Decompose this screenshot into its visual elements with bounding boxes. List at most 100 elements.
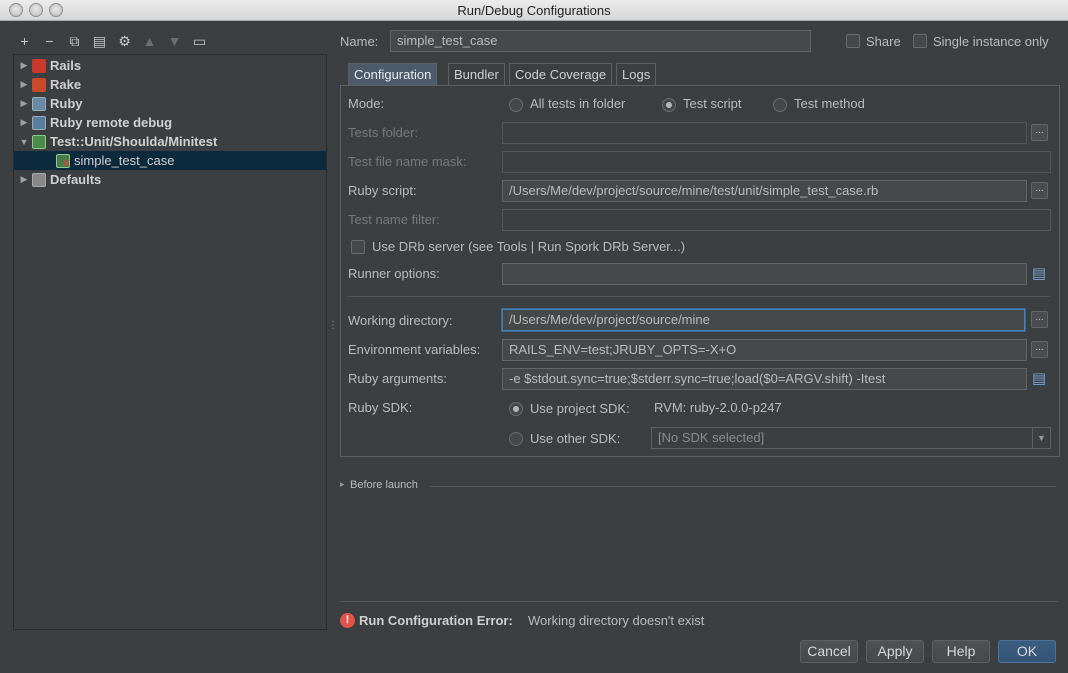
ruby-icon [32,96,46,111]
move-up-icon[interactable]: ▲ [137,30,162,52]
environment-variables-label: Environment variables: [348,342,481,357]
section-divider [347,296,1050,297]
splitter-handle[interactable]: ⋮ [328,320,338,331]
remove-icon[interactable]: − [37,30,62,52]
tree-item-ruby-remote-debug[interactable]: ▶ Ruby remote debug [14,113,326,132]
other-sdk-select[interactable]: [No SDK selected] ▼ [651,427,1051,449]
tree-item-rails[interactable]: ▶ Rails [14,56,326,75]
ruby-arguments-input[interactable]: -e $stdout.sync=true;$stderr.sync=true;l… [502,368,1027,390]
share-label: Share [866,34,901,49]
environment-variables-input[interactable]: RAILS_ENV=test;JRUBY_OPTS=-X+O [502,339,1027,361]
test-name-filter-label: Test name filter: [348,212,440,227]
mode-test-script-radio[interactable] [662,98,676,112]
folder-icon[interactable]: ▭ [187,30,212,52]
copy-icon[interactable]: ⧉ [62,30,87,52]
mode-test-method-label: Test method [794,96,865,111]
close-window-button[interactable] [9,3,23,17]
working-directory-browse-button[interactable]: ... [1031,311,1048,328]
minimize-window-button[interactable] [29,3,43,17]
chevron-down-icon[interactable]: ▼ [1032,428,1050,448]
working-directory-label: Working directory: [348,313,453,328]
project-sdk-value: RVM: ruby-2.0.0-p247 [654,400,782,415]
use-drb-label: Use DRb server (see Tools | Run Spork DR… [372,239,686,254]
error-message: Working directory doesn't exist [528,613,705,628]
before-launch-expand-icon[interactable]: ▸ [340,479,345,490]
single-instance-checkbox[interactable] [913,34,927,48]
cancel-button[interactable]: Cancel [800,640,858,663]
ok-button[interactable]: OK [998,640,1056,663]
defaults-icon [32,172,46,187]
name-label: Name: [340,34,379,49]
name-input[interactable]: simple_test_case [390,30,811,52]
window-title: Run/Debug Configurations [457,3,611,18]
tree-item-defaults[interactable]: ▶ Defaults [14,170,326,189]
mode-all-tests-label: All tests in folder [530,96,626,111]
tree-item-label: Rake [50,77,82,92]
tree-item-label: simple_test_case [74,153,175,168]
tab-code-coverage[interactable]: Code Coverage [509,63,613,85]
tab-configuration[interactable]: Configuration [348,63,438,85]
ruby-remote-debug-icon [32,115,46,130]
error-icon: ! [340,613,355,628]
use-project-sdk-label: Use project SDK: [530,401,630,416]
working-directory-input[interactable]: /Users/Me/dev/project/source/mine [502,309,1025,331]
tree-item-label: Ruby [50,96,83,111]
mode-test-method-radio[interactable] [773,98,787,112]
help-button[interactable]: Help [932,640,990,663]
test-file-mask-label: Test file name mask: [348,154,467,169]
edit-defaults-icon[interactable]: ⚙ [112,30,137,52]
tree-item-rake[interactable]: ▶ Rake [14,75,326,94]
tree-item-label: Test::Unit/Shoulda/Minitest [50,134,218,149]
ruby-script-browse-button[interactable]: ... [1031,182,1048,199]
expand-arrow-icon[interactable]: ▶ [16,60,32,71]
mode-all-tests-radio[interactable] [509,98,523,112]
apply-button[interactable]: Apply [866,640,924,663]
test-unit-icon [32,134,46,149]
move-down-icon[interactable]: ▼ [162,30,187,52]
tests-folder-label: Tests folder: [348,125,419,140]
test-name-filter-input[interactable] [502,209,1051,231]
use-other-sdk-radio[interactable] [509,432,523,446]
use-project-sdk-radio[interactable] [509,402,523,416]
error-title: Run Configuration Error: [359,613,513,628]
ruby-script-input[interactable]: /Users/Me/dev/project/source/mine/test/u… [502,180,1027,202]
use-drb-checkbox[interactable] [351,240,365,254]
runner-options-expand-icon[interactable]: ▤ [1030,265,1048,283]
single-instance-label: Single instance only [933,34,1049,49]
tests-folder-browse-button[interactable]: ... [1031,124,1048,141]
collapse-arrow-icon[interactable]: ▼ [16,137,32,147]
test-case-error-icon [56,153,71,170]
tab-bundler[interactable]: Bundler [448,63,505,85]
configuration-tree[interactable]: ▶ Rails ▶ Rake ▶ Ruby ▶ Ruby remote debu… [13,54,327,630]
tab-logs[interactable]: Logs [616,63,657,85]
before-launch-label[interactable]: Before launch [350,479,418,491]
footer-divider [340,601,1058,602]
tree-item-test-unit[interactable]: ▼ Test::Unit/Shoulda/Minitest [14,132,326,151]
tree-item-simple-test-case[interactable]: simple_test_case [14,151,326,170]
expand-arrow-icon[interactable]: ▶ [16,117,32,128]
ruby-sdk-label: Ruby SDK: [348,400,413,415]
environment-variables-browse-button[interactable]: ... [1031,341,1048,358]
use-other-sdk-label: Use other SDK: [530,431,621,446]
expand-arrow-icon[interactable]: ▶ [16,98,32,109]
ruby-arguments-label: Ruby arguments: [348,371,447,386]
tree-item-ruby[interactable]: ▶ Ruby [14,94,326,113]
expand-arrow-icon[interactable]: ▶ [16,174,32,185]
share-checkbox[interactable] [846,34,860,48]
runner-options-input[interactable] [502,263,1027,285]
other-sdk-value: [No SDK selected] [658,430,765,445]
title-bar: Run/Debug Configurations [0,0,1068,21]
rake-icon [32,77,46,92]
ruby-arguments-expand-icon[interactable]: ▤ [1030,370,1048,388]
save-icon[interactable]: ▤ [87,30,112,52]
tree-item-label: Defaults [50,172,102,187]
expand-arrow-icon[interactable]: ▶ [16,79,32,90]
zoom-window-button[interactable] [49,3,63,17]
add-icon[interactable]: + [12,30,37,52]
before-launch-divider [430,486,1056,487]
tests-folder-input[interactable] [502,122,1027,144]
mode-test-script-label: Test script [683,96,742,111]
test-file-mask-input[interactable] [502,151,1051,173]
tree-item-label: Ruby remote debug [50,115,173,130]
tree-toolbar: + − ⧉ ▤ ⚙ ▲ ▼ ▭ [12,30,212,52]
